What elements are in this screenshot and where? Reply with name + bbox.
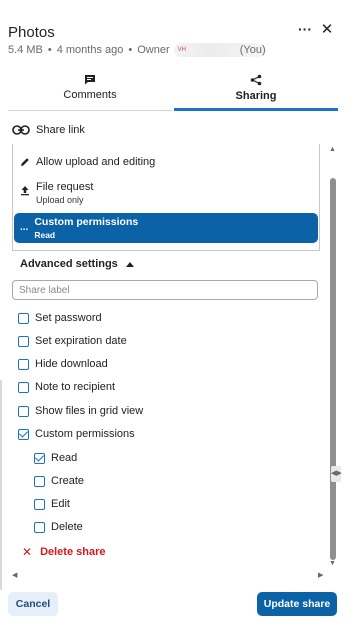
- option-label: Custom permissions: [35, 428, 135, 440]
- share-link-button[interactable]: Share link: [12, 124, 85, 136]
- suboption-label: Delete: [51, 521, 83, 533]
- update-share-button[interactable]: Update share: [257, 592, 337, 616]
- checkbox[interactable]: [34, 475, 45, 487]
- advanced-settings-title: Advanced settings: [20, 258, 118, 270]
- upload-icon: [20, 185, 30, 196]
- scroll-right-arrow-icon[interactable]: ▶: [318, 571, 323, 579]
- option-note-to-recipient[interactable]: Note to recipient: [18, 381, 115, 393]
- panel-title: Photos: [8, 24, 55, 41]
- option-hide-download[interactable]: Hide download: [18, 358, 108, 370]
- permission-file-request[interactable]: File request Upload only: [20, 181, 93, 205]
- permission-custom-label: Custom permissions: [34, 216, 139, 228]
- suboption-edit[interactable]: Edit: [34, 498, 70, 510]
- suboption-label: Edit: [51, 498, 70, 510]
- more-horizontal-icon[interactable]: ···: [296, 22, 314, 38]
- checkbox-checked[interactable]: [34, 452, 45, 464]
- comment-icon: [8, 74, 172, 85]
- suboption-create[interactable]: Create: [34, 475, 84, 487]
- checkbox[interactable]: [18, 381, 29, 393]
- file-size: 5.4 MB: [8, 44, 43, 56]
- tab-comments-label: Comments: [63, 89, 117, 101]
- share-link-label: Share link: [36, 124, 85, 136]
- delete-share-button[interactable]: ✕ Delete share: [22, 545, 106, 559]
- scroll-down-arrow-icon[interactable]: ▼: [329, 560, 336, 567]
- share-label-input[interactable]: [12, 280, 318, 300]
- checkbox[interactable]: [18, 358, 29, 370]
- tab-sharing[interactable]: Sharing: [174, 70, 338, 111]
- option-label: Show files in grid view: [35, 405, 144, 417]
- suboption-delete[interactable]: Delete: [34, 521, 83, 533]
- chevron-up-icon: [125, 261, 134, 267]
- scroll-left-arrow-icon[interactable]: ◀: [12, 571, 17, 579]
- link-icon: [12, 125, 30, 135]
- owner-you: (You): [239, 44, 266, 56]
- owner-avatar: VH: [177, 47, 186, 53]
- close-icon[interactable]: ✕: [319, 22, 335, 38]
- option-custom-permissions[interactable]: Custom permissions: [18, 428, 135, 440]
- delete-share-label: Delete share: [40, 546, 106, 558]
- option-label: Set password: [35, 312, 102, 324]
- pencil-icon: [20, 157, 30, 167]
- suboption-read[interactable]: Read: [34, 452, 77, 464]
- option-label: Hide download: [35, 358, 108, 370]
- checkbox[interactable]: [18, 335, 29, 347]
- close-x-icon: ✕: [22, 545, 33, 559]
- file-meta: 5.4 MB • 4 months ago • Owner VH (You): [8, 43, 266, 57]
- option-label: Note to recipient: [35, 381, 116, 393]
- permission-custom-sub: Read: [34, 230, 56, 240]
- suboption-label: Read: [51, 452, 78, 464]
- owner-label: Owner: [137, 44, 170, 56]
- window-edge: [0, 380, 2, 590]
- suboption-label: Create: [51, 475, 85, 487]
- advanced-settings-toggle[interactable]: Advanced settings: [20, 258, 134, 270]
- tab-comments[interactable]: Comments: [8, 70, 172, 111]
- resize-handle-icon[interactable]: ◀▶: [331, 466, 342, 482]
- checkbox[interactable]: [18, 405, 29, 417]
- checkbox[interactable]: [18, 312, 29, 324]
- checkbox[interactable]: [34, 521, 45, 533]
- permission-file-request-sub: Upload only: [36, 195, 84, 205]
- permission-custom-selected[interactable]: ... Custom permissions Read: [14, 213, 318, 243]
- tab-sharing-label: Sharing: [235, 90, 277, 102]
- checkbox[interactable]: [34, 498, 45, 510]
- scroll-up-arrow-icon[interactable]: ▲: [329, 146, 336, 153]
- file-modified: 4 months ago: [56, 44, 124, 56]
- share-icon: [174, 74, 338, 86]
- permission-upload-label: Allow upload and editing: [36, 156, 156, 168]
- checkbox-checked[interactable]: [18, 428, 29, 440]
- permission-file-request-label: File request: [36, 181, 94, 193]
- owner-pill: VH (You): [173, 43, 266, 57]
- option-set-password[interactable]: Set password: [18, 312, 102, 324]
- option-grid-view[interactable]: Show files in grid view: [18, 405, 143, 417]
- permission-allow-upload-editing[interactable]: Allow upload and editing: [20, 156, 155, 168]
- more-dots-icon: ...: [20, 222, 29, 233]
- option-set-expiration[interactable]: Set expiration date: [18, 335, 127, 347]
- scrollbar-thumb[interactable]: [330, 178, 336, 560]
- cancel-button[interactable]: Cancel: [8, 592, 58, 616]
- option-label: Set expiration date: [35, 335, 127, 347]
